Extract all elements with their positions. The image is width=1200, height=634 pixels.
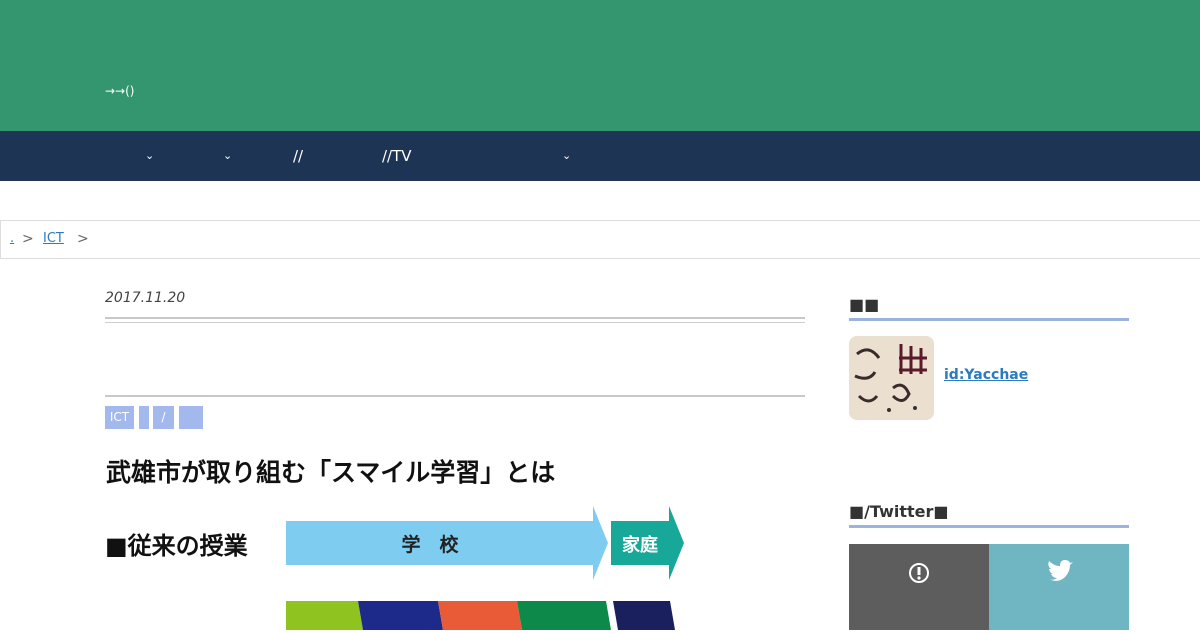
site-description: →→() (105, 84, 135, 98)
breadcrumb-category-link[interactable]: ICT (43, 231, 64, 246)
divider (105, 395, 805, 397)
global-nav: ⌄ ⌄ // //TV ⌄ (0, 131, 1200, 181)
divider (105, 322, 805, 323)
tag-ict[interactable]: ICT (105, 406, 134, 429)
divider (105, 317, 805, 319)
article-figure: ■従来の授業 学 校 家庭 (105, 506, 684, 630)
nav-item-4[interactable]: //TV (382, 147, 412, 165)
chevron-down-icon: ⌄ (223, 149, 233, 162)
figure-block (358, 601, 443, 630)
breadcrumb-separator: > (22, 231, 34, 247)
tag-2[interactable] (139, 406, 149, 429)
divider (849, 525, 1129, 528)
chevron-down-icon: ⌄ (562, 149, 572, 162)
hatena-share-button[interactable] (849, 544, 989, 630)
tag-4[interactable] (179, 406, 203, 429)
article-title: 武雄市が取り組む「スマイル学習」とは (106, 458, 556, 487)
figure-block (517, 601, 611, 630)
figure-block (438, 601, 522, 630)
breadcrumb-separator: > (77, 231, 89, 247)
twitter-share-button[interactable] (989, 544, 1129, 630)
figure-row-label: ■従来の授業 (105, 532, 248, 560)
avatar-drawing (849, 336, 934, 420)
chevron-down-icon: ⌄ (145, 149, 155, 162)
avatar[interactable] (849, 336, 934, 420)
site-header: →→() (0, 0, 1200, 131)
divider (849, 318, 1129, 321)
breadcrumb-home-link[interactable]: . (10, 231, 14, 246)
tag-3[interactable]: / (153, 406, 174, 429)
figure-block (613, 601, 675, 630)
nav-item-3[interactable]: // (293, 147, 303, 165)
profile-user-link[interactable]: id:Yacchae (944, 367, 1028, 383)
figure-block (286, 601, 363, 630)
school-label: 学 校 (401, 533, 459, 556)
article-date: 2017.11.20 (105, 290, 186, 306)
sidebar-profile-heading: ■■ (849, 295, 880, 314)
hatena-icon (909, 563, 929, 583)
twitter-icon (1048, 560, 1073, 581)
breadcrumb: . > ICT > (0, 220, 1200, 259)
sidebar-share-heading: ■/Twitter■ (849, 502, 949, 521)
home-label: 家庭 (622, 534, 658, 556)
